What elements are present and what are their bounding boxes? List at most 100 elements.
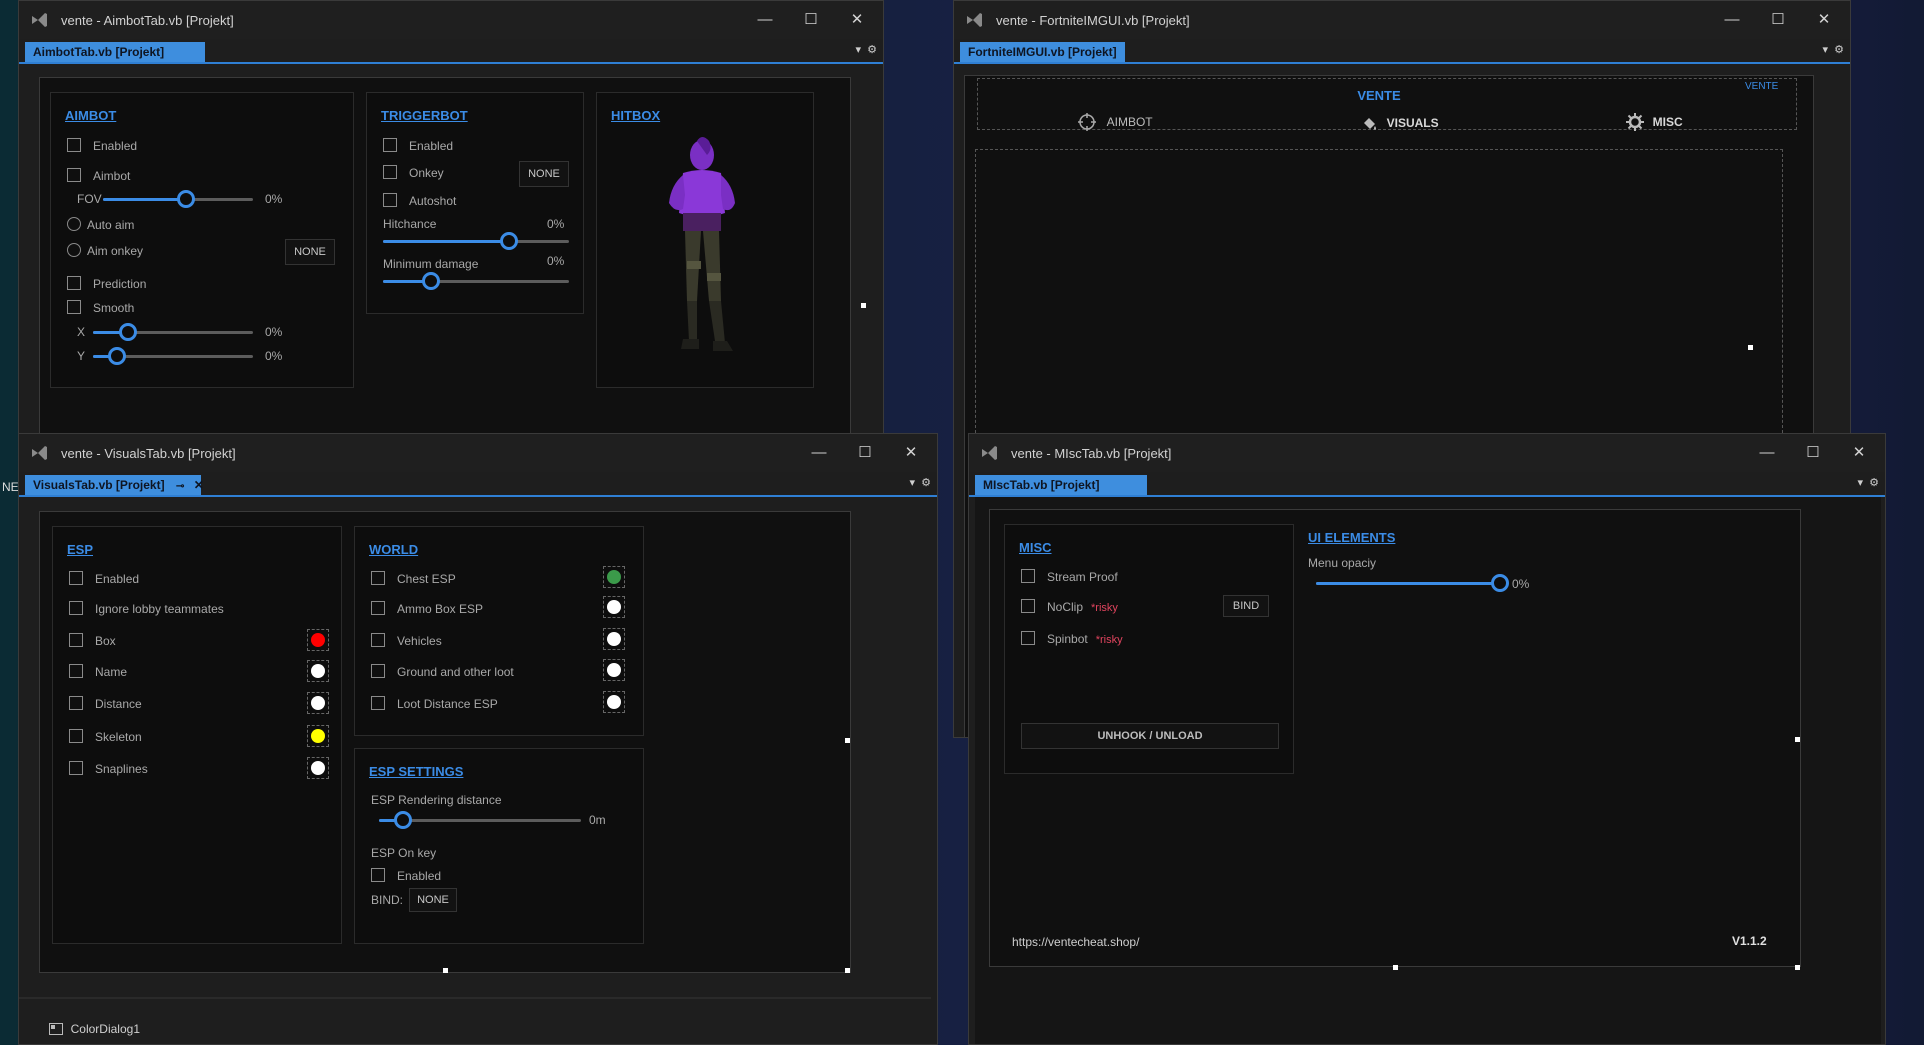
loot-distance-esp-checkbox[interactable] — [371, 696, 385, 710]
snaplines-checkbox[interactable] — [69, 761, 83, 775]
distance-checkbox[interactable] — [69, 696, 83, 710]
skeleton-checkbox[interactable] — [69, 729, 83, 743]
title-bar: vente - MIscTab.vb [Projekt] — ☐ ✕ — [969, 434, 1885, 472]
esp-on-key-enabled-checkbox[interactable] — [371, 868, 385, 882]
close-tab-icon[interactable]: ✕ — [194, 478, 204, 492]
onkey-checkbox[interactable] — [383, 165, 397, 179]
hitchance-value: 0% — [547, 217, 565, 231]
aimbot-enabled-checkbox[interactable] — [67, 138, 81, 152]
onkey-keybind-button[interactable]: NONE — [519, 161, 569, 187]
vehicles-checkbox[interactable] — [371, 633, 385, 647]
resize-handle[interactable] — [861, 303, 866, 308]
minimize-button[interactable]: — — [1753, 442, 1781, 464]
resize-handle[interactable] — [845, 968, 850, 973]
min-damage-slider[interactable] — [383, 272, 569, 290]
slider-fill — [383, 240, 509, 243]
tab-misc[interactable]: MISC — [1625, 112, 1683, 132]
vehicles-color-picker[interactable] — [603, 628, 625, 650]
close-button[interactable]: ✕ — [843, 9, 871, 31]
distance-color-picker[interactable] — [307, 692, 329, 714]
chest-esp-checkbox[interactable] — [371, 571, 385, 585]
slider-knob[interactable] — [500, 232, 518, 250]
slider-knob[interactable] — [394, 811, 412, 829]
resize-handle[interactable] — [1393, 965, 1398, 970]
spinbot-checkbox[interactable] — [1021, 631, 1035, 645]
autoshot-checkbox[interactable] — [383, 193, 397, 207]
slider-knob[interactable] — [422, 272, 440, 290]
tab-options-icon[interactable]: ▾ ⚙ — [856, 43, 878, 56]
document-tab[interactable]: VisualsTab.vb [Projekt] ⊸ ✕ — [25, 475, 204, 495]
hitbox-header: HITBOX — [611, 108, 661, 123]
checkbox-label: Onkey — [409, 166, 444, 180]
ground-loot-color-picker[interactable] — [603, 659, 625, 681]
slider-knob[interactable] — [119, 323, 137, 341]
aim-onkey-radio[interactable] — [67, 243, 81, 257]
name-color-picker[interactable] — [307, 660, 329, 682]
ammo-box-esp-checkbox[interactable] — [371, 601, 385, 615]
maximize-button[interactable]: ☐ — [797, 9, 825, 31]
checkbox-label: Enabled — [93, 139, 138, 153]
website-link[interactable]: https://ventecheat.shop/ — [1012, 935, 1139, 949]
chest-esp-color-picker[interactable] — [603, 566, 625, 588]
auto-aim-radio[interactable] — [67, 217, 81, 231]
hitchance-slider[interactable] — [383, 232, 569, 250]
skeleton-color-picker[interactable] — [307, 725, 329, 747]
maximize-button[interactable]: ☐ — [851, 442, 879, 464]
resize-handle[interactable] — [1795, 965, 1800, 970]
minimize-button[interactable]: — — [751, 9, 779, 31]
ammo-box-esp-color-picker[interactable] — [603, 596, 625, 618]
close-button[interactable]: ✕ — [1810, 9, 1838, 31]
resize-handle[interactable] — [443, 968, 448, 973]
resize-handle[interactable] — [1748, 345, 1753, 350]
render-distance-slider[interactable] — [379, 811, 581, 829]
resize-handle[interactable] — [1795, 737, 1800, 742]
ignore-lobby-teammates-checkbox[interactable] — [69, 601, 83, 615]
triggerbot-enabled-checkbox[interactable] — [383, 138, 397, 152]
slider-knob[interactable] — [1491, 574, 1509, 592]
noclip-checkbox[interactable] — [1021, 599, 1035, 613]
resize-handle[interactable] — [845, 738, 850, 743]
box-checkbox[interactable] — [69, 633, 83, 647]
pin-icon[interactable]: ⊸ — [176, 481, 184, 492]
menu-opacity-slider[interactable] — [1316, 574, 1509, 592]
aim-onkey-keybind-button[interactable]: NONE — [285, 239, 335, 265]
document-tab[interactable]: AimbotTab.vb [Projekt] — [25, 42, 205, 62]
tab-options-icon[interactable]: ▾ ⚙ — [910, 476, 932, 489]
box-color-picker[interactable] — [307, 629, 329, 651]
slider-knob[interactable] — [108, 347, 126, 365]
checkbox-label: Aimbot — [93, 169, 131, 183]
unhook-unload-button[interactable]: UNHOOK / UNLOAD — [1021, 723, 1279, 749]
tab-options-icon[interactable]: ▾ ⚙ — [1858, 476, 1880, 489]
smooth-y-slider[interactable] — [93, 347, 253, 365]
document-tab[interactable]: MIscTab.vb [Projekt] — [975, 475, 1147, 495]
prediction-checkbox[interactable] — [67, 276, 81, 290]
close-button[interactable]: ✕ — [1845, 442, 1873, 464]
color-dialog-component[interactable]: ColorDialog1 — [49, 1020, 140, 1036]
name-checkbox[interactable] — [69, 664, 83, 678]
snaplines-color-picker[interactable] — [307, 757, 329, 779]
stream-proof-checkbox[interactable] — [1021, 569, 1035, 583]
loot-distance-esp-color-picker[interactable] — [603, 691, 625, 713]
maximize-button[interactable]: ☐ — [1799, 442, 1827, 464]
maximize-button[interactable]: ☐ — [1764, 9, 1792, 31]
window-title: vente - FortniteIMGUI.vb [Projekt] — [996, 13, 1190, 28]
close-button[interactable]: ✕ — [897, 442, 925, 464]
tab-options-icon[interactable]: ▾ ⚙ — [1823, 43, 1845, 56]
ground-loot-checkbox[interactable] — [371, 664, 385, 678]
menu-opacity-label: Menu opaciy — [1308, 556, 1377, 570]
minimize-button[interactable]: — — [805, 442, 833, 464]
tab-visuals[interactable]: VISUALS — [1361, 114, 1439, 132]
aimbot-checkbox[interactable] — [67, 168, 81, 182]
title-bar: vente - VisualsTab.vb [Projekt] — ☐ ✕ — [19, 434, 937, 472]
document-tab[interactable]: FortniteIMGUI.vb [Projekt] — [960, 42, 1125, 62]
noclip-bind-button[interactable]: BIND — [1223, 595, 1269, 617]
smooth-checkbox[interactable] — [67, 300, 81, 314]
esp-bind-button[interactable]: NONE — [409, 888, 457, 912]
slider-knob[interactable] — [177, 190, 195, 208]
esp-enabled-checkbox[interactable] — [69, 571, 83, 585]
fov-slider[interactable] — [103, 190, 253, 208]
esp-group: ESP Enabled Ignore lobby teammates Box N… — [52, 526, 342, 944]
tab-aimbot[interactable]: AIMBOT — [1077, 112, 1153, 132]
minimize-button[interactable]: — — [1718, 9, 1746, 31]
smooth-x-slider[interactable] — [93, 323, 253, 341]
